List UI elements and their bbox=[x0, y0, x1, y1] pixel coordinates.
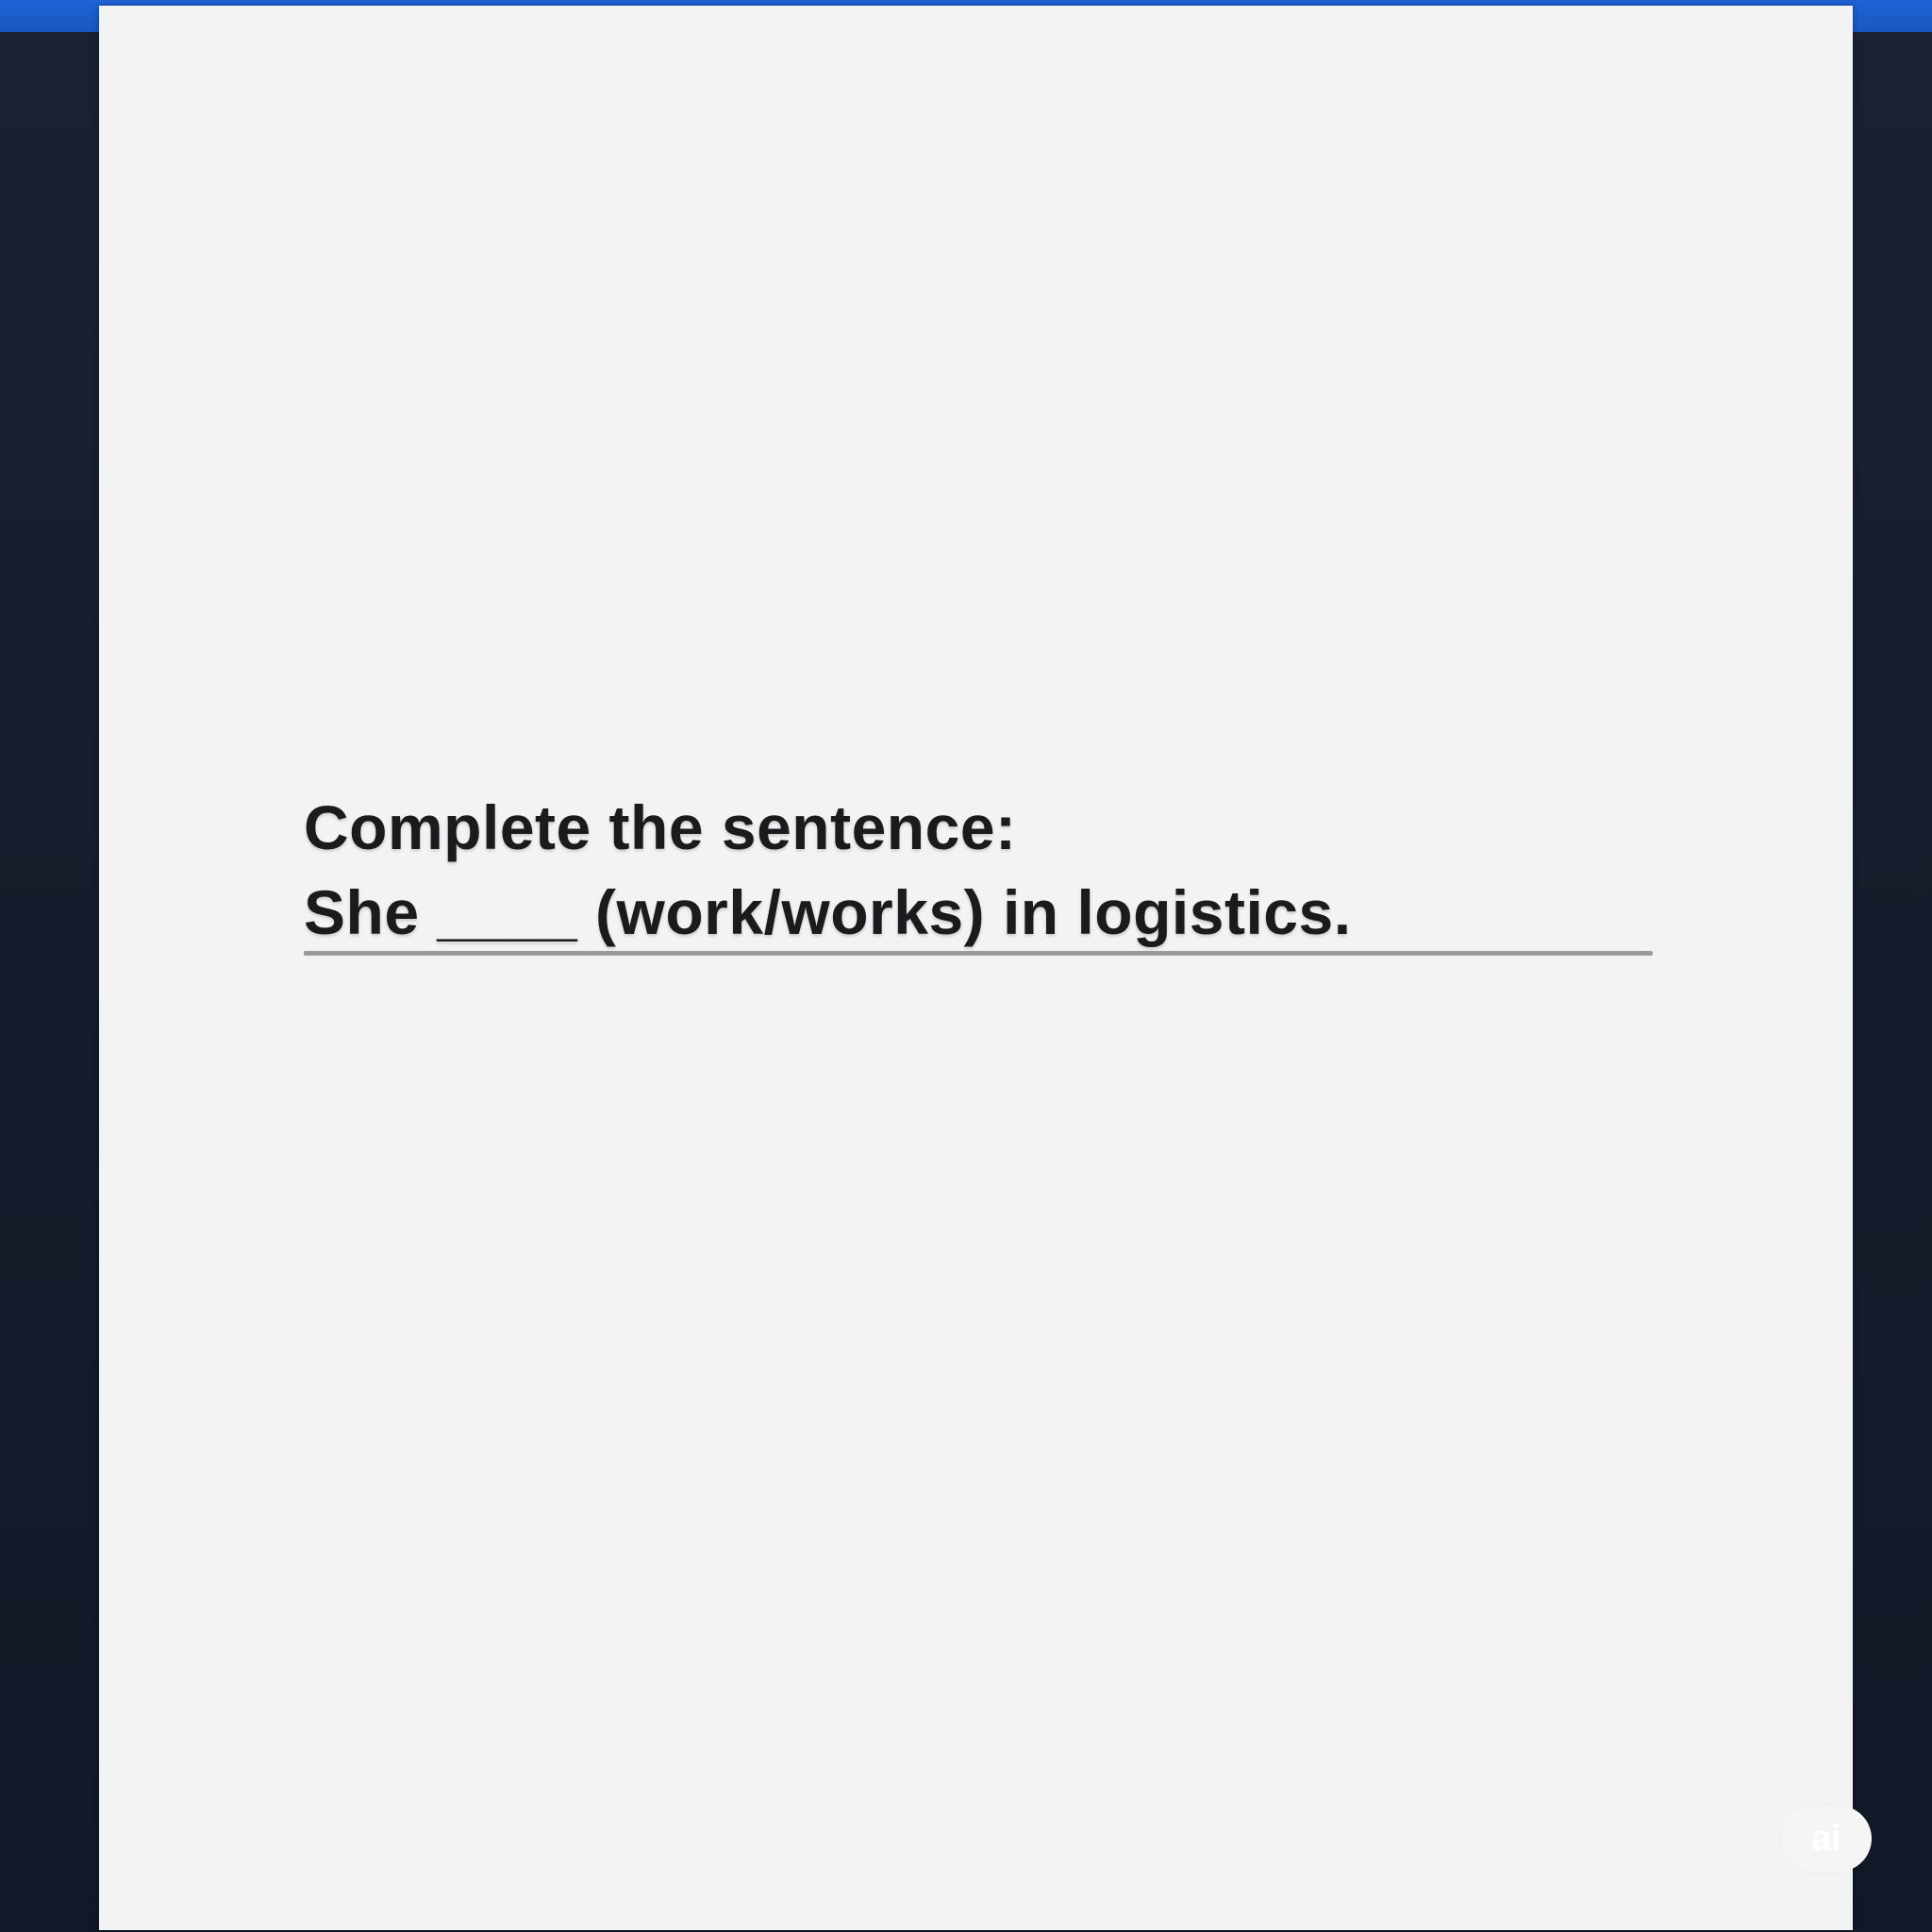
exercise-page bbox=[99, 6, 1853, 1930]
answer-input-line[interactable] bbox=[304, 951, 1653, 956]
exercise-instruction: Complete the sentence: bbox=[304, 792, 1017, 862]
exercise-prompt: Complete the sentence: She ____ (work/wo… bbox=[304, 785, 1653, 955]
ai-badge-label: ai bbox=[1811, 1818, 1841, 1858]
ai-badge-button[interactable]: ai bbox=[1781, 1806, 1872, 1872]
exercise-sentence: She ____ (work/works) in logistics. bbox=[304, 877, 1352, 947]
